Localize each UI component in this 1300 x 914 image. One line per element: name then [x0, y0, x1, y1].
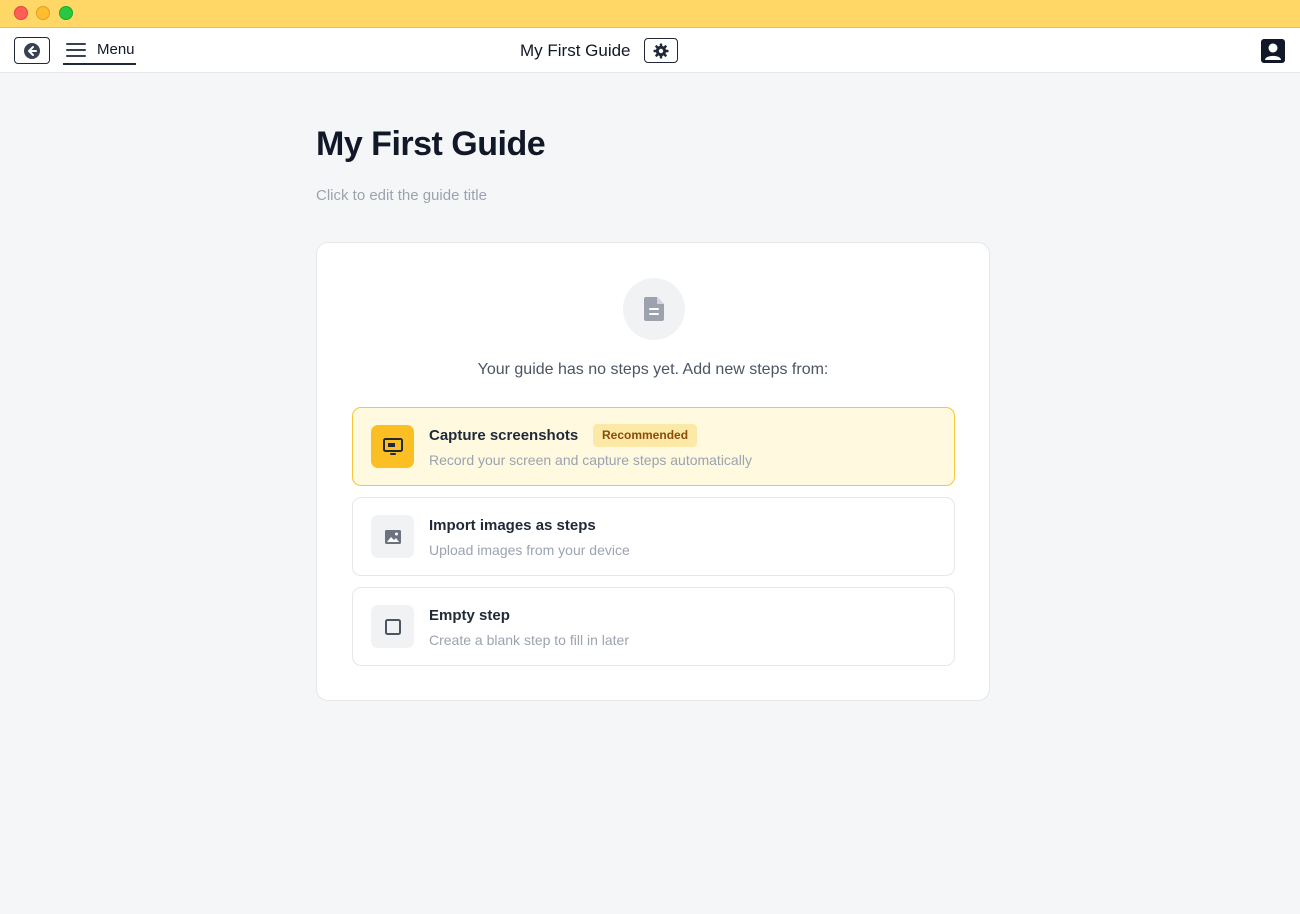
- capture-screenshots-option[interactable]: Capture screenshots Recommended Record y…: [352, 407, 955, 486]
- empty-state-card: Your guide has no steps yet. Add new ste…: [316, 242, 990, 701]
- option-description: Create a blank step to fill in later: [429, 632, 629, 648]
- document-title[interactable]: My First Guide: [520, 41, 631, 61]
- option-icon-container: [371, 605, 414, 648]
- window-close-button[interactable]: [14, 6, 28, 20]
- window-minimize-button[interactable]: [36, 6, 50, 20]
- window-titlebar: [0, 0, 1300, 28]
- gear-icon: [653, 43, 669, 58]
- empty-square-icon: [384, 618, 401, 635]
- user-account-icon[interactable]: [1260, 38, 1286, 64]
- option-title: Empty step: [429, 607, 510, 624]
- import-images-option[interactable]: Import images as steps Upload images fro…: [352, 497, 955, 576]
- option-icon-container: [371, 425, 414, 468]
- back-button[interactable]: [14, 37, 50, 64]
- option-description: Upload images from your device: [429, 542, 630, 558]
- image-icon: [384, 529, 401, 544]
- screen-capture-icon: [382, 437, 403, 455]
- page-title[interactable]: My First Guide: [316, 125, 546, 164]
- menu-button[interactable]: Menu: [63, 36, 136, 65]
- empty-state-message: Your guide has no steps yet. Add new ste…: [477, 361, 829, 378]
- title-edit-hint[interactable]: Click to edit the guide title: [316, 187, 487, 204]
- hamburger-icon: [66, 42, 86, 57]
- empty-state-icon-container: [623, 278, 685, 340]
- option-title: Import images as steps: [429, 517, 596, 534]
- option-icon-container: [371, 515, 414, 558]
- toolbar: Menu My First Guide: [0, 28, 1300, 73]
- option-title: Capture screenshots: [429, 427, 579, 444]
- menu-label: Menu: [97, 41, 135, 58]
- option-description: Record your screen and capture steps aut…: [429, 452, 752, 468]
- arrow-left-circle-icon: [24, 42, 40, 59]
- window-zoom-button[interactable]: [59, 6, 73, 20]
- recommended-badge: Recommended: [593, 424, 698, 447]
- settings-button[interactable]: [644, 38, 678, 63]
- empty-step-option[interactable]: Empty step Create a blank step to fill i…: [352, 587, 955, 666]
- document-icon: [644, 297, 664, 321]
